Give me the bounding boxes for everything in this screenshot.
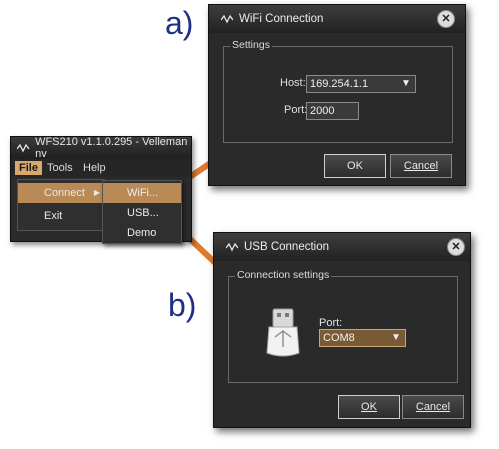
- close-icon[interactable]: ✕: [437, 10, 455, 28]
- file-menu-dropdown: Connect ▶ Exit: [17, 179, 105, 231]
- menu-file[interactable]: File: [15, 161, 42, 175]
- wifi-settings-group-label: Settings: [230, 39, 272, 51]
- connect-submenu: WiFi... USB... Demo: [102, 180, 182, 244]
- ok-button-label: OK: [347, 160, 363, 172]
- cancel-button-label: Cancel: [415, 401, 451, 413]
- usb-dialog: USB Connection ✕ Connection settings Por…: [213, 232, 471, 428]
- port-label: Port:: [284, 104, 308, 116]
- chevron-down-icon[interactable]: ▼: [399, 76, 413, 92]
- cancel-button-label: Cancel: [403, 160, 439, 172]
- wifi-dialog: WiFi Connection ✕ Settings Host: 169.254…: [208, 4, 466, 186]
- ok-button[interactable]: OK: [338, 395, 400, 419]
- wifi-dialog-titlebar: WiFi Connection ✕: [209, 5, 465, 33]
- submenu-item-demo-label: Demo: [127, 227, 157, 239]
- cancel-button[interactable]: Cancel: [402, 395, 464, 419]
- menu-item-connect-label: Connect: [44, 187, 85, 199]
- cancel-button[interactable]: Cancel: [390, 154, 452, 178]
- usb-connection-group-label: Connection settings: [235, 269, 332, 281]
- usb-stick-icon: [266, 308, 300, 357]
- usb-port-combobox[interactable]: COM8 ▼: [319, 329, 406, 347]
- wifi-settings-group: Settings Host: 169.254.1.1 ▼ Port: 2000: [223, 39, 453, 143]
- submenu-item-wifi[interactable]: WiFi...: [103, 183, 181, 203]
- submenu-item-wifi-label: WiFi...: [127, 187, 159, 199]
- app-title: WFS210 v1.1.0.295 - Velleman nv: [35, 136, 188, 160]
- menu-item-exit[interactable]: Exit: [18, 206, 104, 226]
- usb-dialog-title: USB Connection: [244, 241, 330, 253]
- usb-port-value: COM8: [323, 332, 355, 344]
- host-value: 169.254.1.1: [310, 78, 369, 90]
- chevron-down-icon[interactable]: ▼: [389, 330, 403, 346]
- host-combobox[interactable]: 169.254.1.1 ▼: [306, 75, 416, 93]
- menubar: File Tools Help: [11, 159, 191, 177]
- submenu-item-usb[interactable]: USB...: [103, 203, 181, 223]
- menu-item-connect[interactable]: Connect ▶: [18, 183, 104, 203]
- chevron-right-icon: ▶: [93, 188, 100, 197]
- menu-tools[interactable]: Tools: [43, 161, 77, 175]
- menu-help[interactable]: Help: [79, 161, 110, 175]
- waveform-icon: [17, 143, 30, 153]
- close-icon[interactable]: ✕: [447, 238, 465, 256]
- waveform-icon: [221, 14, 233, 24]
- usb-port-label: Port:: [319, 317, 343, 329]
- ok-button-label: OK: [361, 401, 377, 413]
- wifi-dialog-title: WiFi Connection: [239, 13, 324, 25]
- menu-item-exit-label: Exit: [44, 210, 63, 222]
- app-titlebar: WFS210 v1.1.0.295 - Velleman nv: [11, 136, 191, 160]
- usb-connection-group: Connection settings Port: COM8 ▼: [228, 269, 458, 383]
- port-input[interactable]: 2000: [306, 102, 359, 120]
- submenu-item-demo[interactable]: Demo: [103, 223, 181, 243]
- waveform-icon: [226, 242, 238, 252]
- submenu-item-usb-label: USB...: [127, 207, 159, 219]
- host-label: Host:: [280, 77, 306, 89]
- ok-button[interactable]: OK: [324, 154, 386, 178]
- usb-dialog-titlebar: USB Connection ✕: [214, 233, 470, 261]
- port-value: 2000: [310, 105, 335, 117]
